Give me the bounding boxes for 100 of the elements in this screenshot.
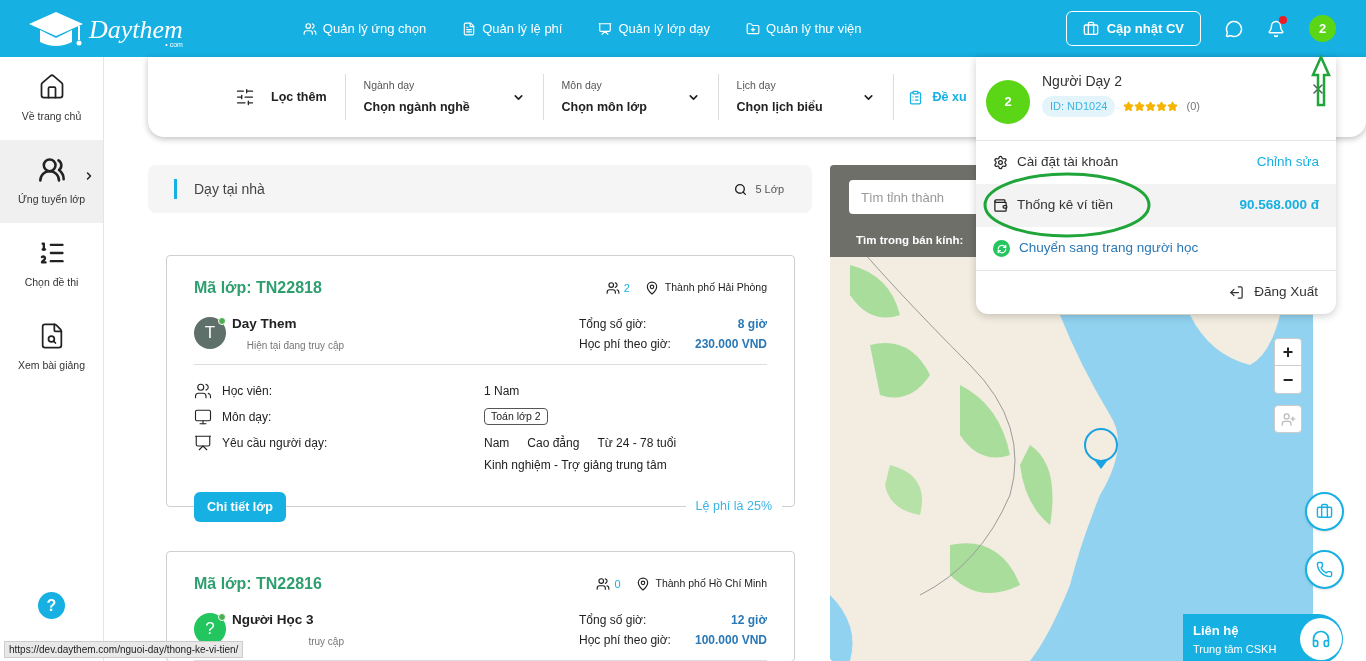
location-icon xyxy=(644,281,659,295)
briefcase-icon xyxy=(1316,503,1333,520)
user-avatar: T xyxy=(194,317,226,349)
detail-note: Kinh nghiệm - Trợ giảng trung tâm xyxy=(484,457,668,474)
sidebar-label: Xem bài giảng xyxy=(17,357,86,373)
detail-value: Cao đẳng xyxy=(527,434,580,452)
profile-name: Người Dạy 2 xyxy=(1042,72,1124,91)
logo-text: Daythem xyxy=(89,16,183,43)
headset-icon xyxy=(1300,618,1342,660)
menu-item-label: Thống kê ví tiền xyxy=(1017,196,1114,215)
monitor-icon xyxy=(194,408,212,426)
dropdown-label: Ngành dạy xyxy=(363,77,416,93)
class-code: Mã lớp: TN22816 xyxy=(194,574,322,594)
dropdown-value: Chọn ngành nghề xyxy=(363,98,470,116)
briefcase-button[interactable] xyxy=(1305,492,1344,531)
detail-label: Môn dạy: xyxy=(222,409,272,426)
account-menu-item[interactable]: Thống kê ví tiền 90.568.000 đ xyxy=(976,184,1336,227)
applicant-count: 0 xyxy=(614,576,621,592)
board-icon xyxy=(194,434,212,452)
logout-icon xyxy=(1229,285,1245,300)
filter-dropdown[interactable]: Ngành dạy Chọn ngành nghề xyxy=(344,74,543,120)
chat-icon[interactable] xyxy=(1225,19,1243,38)
annotation-arrow xyxy=(1311,55,1331,107)
add-person-icon xyxy=(1280,411,1296,427)
hours-value: 12 giờ xyxy=(730,612,767,629)
location-icon xyxy=(635,577,650,591)
class-city: Thành phố Hải Phòng xyxy=(664,280,767,296)
applicants-icon xyxy=(605,281,620,295)
user-name: Người Học 3 xyxy=(232,611,315,629)
dropdown-label: Lịch dạy xyxy=(736,77,777,93)
user-name: Day Them xyxy=(232,315,298,333)
star-icon xyxy=(1134,100,1146,112)
account-menu-item[interactable]: Cài đặt tài khoản Chỉnh sửa xyxy=(976,141,1336,184)
status-bar-url: https://dev.daythem.com/nguoi-day/thong-ke-vi-tien/ xyxy=(4,641,244,658)
detail-value: Từ 24 - 78 tuổi xyxy=(597,435,677,452)
star-icon xyxy=(1167,100,1179,112)
star-icon xyxy=(1156,100,1168,112)
wallet-icon xyxy=(993,198,1008,213)
dropdown-value: Chọn môn lớp xyxy=(561,98,647,116)
map-pin-icon xyxy=(1083,428,1119,470)
applicants-icon xyxy=(596,577,611,591)
menu-item-action: 90.568.000 đ xyxy=(1239,196,1319,215)
fee-label: Học phí theo giờ: xyxy=(579,336,671,353)
sliders-icon xyxy=(235,87,255,107)
star-icon xyxy=(1145,100,1157,112)
hours-value: 8 giờ xyxy=(736,316,767,333)
switch-icon xyxy=(993,240,1010,257)
detail-value: 1 Nam xyxy=(484,383,520,400)
menu-item-label: Cài đặt tài khoản xyxy=(1017,153,1119,172)
star-icon xyxy=(1123,100,1135,112)
user-status: truy cập xyxy=(308,635,344,650)
fee-label: Học phí theo giờ: xyxy=(579,632,671,649)
profile-avatar: 2 xyxy=(986,80,1030,124)
document-icon xyxy=(462,21,477,36)
more-filters-button[interactable]: Lọc thêm xyxy=(235,87,345,107)
radius-label: Tìm trong bán kính: xyxy=(856,233,964,248)
phone-icon xyxy=(1316,561,1333,578)
detail-label: Yêu cầu người dạy: xyxy=(222,435,328,452)
subject-tag: Toán lớp 2 xyxy=(484,408,548,425)
class-code: Mã lớp: TN22818 xyxy=(194,278,322,298)
fee-value: 230.000 VND xyxy=(694,336,767,353)
graduation-cap-icon xyxy=(27,9,85,48)
dropdown-label: Môn dạy xyxy=(561,77,603,93)
review-count: (0) xyxy=(1186,99,1200,114)
sidebar-label: Chọn đề thi xyxy=(24,274,79,290)
sidebar-label: Về trang chủ xyxy=(21,108,82,124)
class-city: Thành phố Hồ Chí Minh xyxy=(655,576,767,592)
menu-item-action: Chỉnh sửa xyxy=(1256,153,1319,172)
filter-dropdown[interactable]: Lịch dạy Chọn lịch biểu xyxy=(717,74,893,120)
applicant-count: 2 xyxy=(623,280,630,296)
hours-label: Tổng số giờ: xyxy=(579,316,648,333)
search-icon[interactable] xyxy=(734,182,748,196)
cv-icon xyxy=(1082,20,1099,37)
detail-value: Nam xyxy=(484,435,510,452)
students-icon xyxy=(194,382,212,400)
contact-title: Liên hệ xyxy=(1193,622,1240,640)
filter-dropdown[interactable]: Môn dạy Chọn môn lớp xyxy=(542,74,718,120)
user-status: Hiện tại đang truy cập xyxy=(246,339,344,354)
dropdown-value: Chọn lịch biểu xyxy=(736,98,823,116)
hours-label: Tổng số giờ: xyxy=(579,612,648,629)
board-icon xyxy=(598,21,613,36)
list-title: Dạy tại nhà xyxy=(194,179,265,199)
menu-item-label: Chuyển sang trang người học xyxy=(1019,239,1199,258)
logout-button[interactable]: Đăng Xuất xyxy=(1229,282,1318,303)
fee-value: 100.000 VND xyxy=(694,632,767,649)
account-menu-item[interactable]: Chuyển sang trang người học xyxy=(976,227,1336,270)
contact-subtitle: Trung tâm CSKH xyxy=(1193,641,1277,657)
profile-id: ID: ND1024 xyxy=(1042,96,1116,117)
zoom-in-button[interactable]: + xyxy=(1275,339,1301,366)
zoom-out-button[interactable]: − xyxy=(1275,366,1301,393)
add-person-button[interactable] xyxy=(1274,405,1302,433)
settings-icon xyxy=(993,155,1008,170)
sidebar-label: Ứng tuyển lớp xyxy=(17,191,86,207)
phone-button[interactable] xyxy=(1305,550,1344,589)
class-count: 5 Lớp xyxy=(755,181,784,197)
clipboard-icon xyxy=(907,89,923,105)
detail-label: Học viên: xyxy=(222,383,273,400)
folder-icon xyxy=(746,21,761,36)
notification-icon[interactable] xyxy=(1267,19,1285,38)
sidebar-item[interactable]: Ứng tuyển lớp xyxy=(0,140,103,223)
